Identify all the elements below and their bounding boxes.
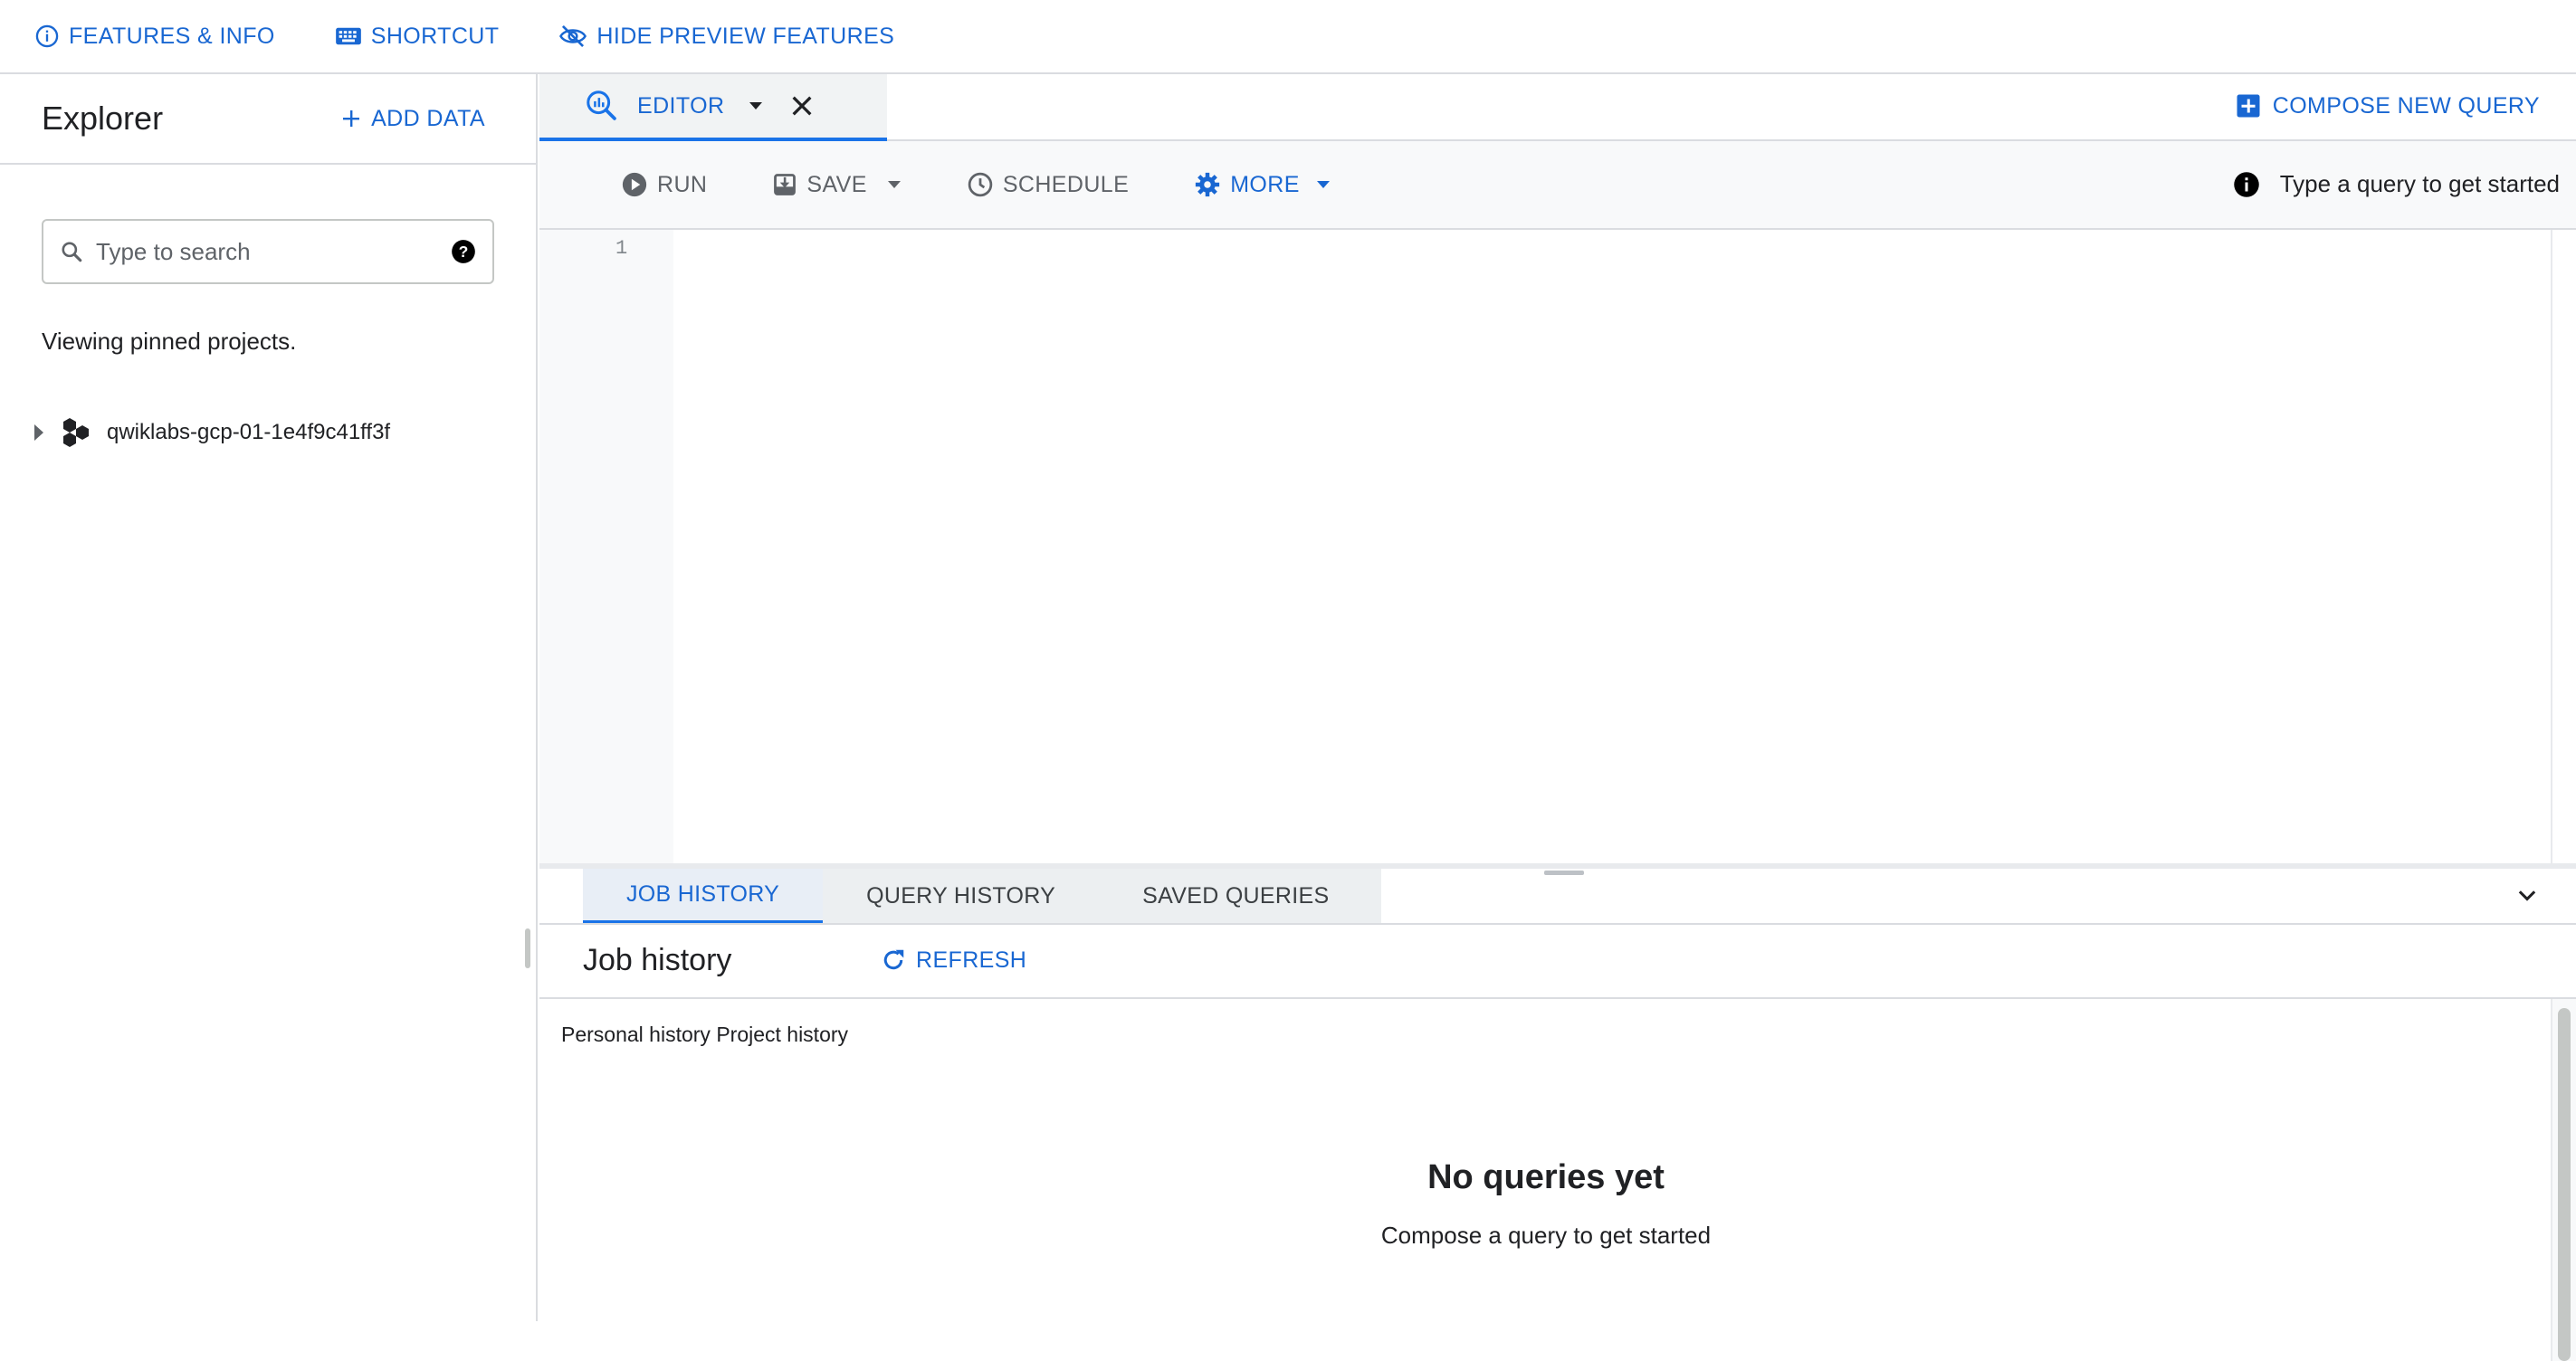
- eye-off-icon: [558, 24, 587, 49]
- compose-new-query-button[interactable]: COMPOSE NEW QUERY: [2235, 92, 2540, 119]
- keyboard-icon: [335, 25, 362, 47]
- editor-scrollbar[interactable]: [2551, 230, 2576, 863]
- add-data-button[interactable]: ADD DATA: [340, 106, 485, 132]
- editor-toolbar: RUN SAVE SCHEDULE MORE Type a query to g…: [539, 141, 2576, 230]
- tab-saved-queries[interactable]: SAVED QUERIES: [1099, 869, 1372, 923]
- info-outline-icon: [34, 24, 60, 49]
- shortcut-button[interactable]: SHORTCUT: [335, 24, 500, 50]
- plus-icon: [340, 108, 362, 129]
- personal-history-link[interactable]: Personal history: [561, 1023, 711, 1046]
- refresh-label: REFRESH: [916, 947, 1027, 973]
- tab-editor[interactable]: EDITOR: [539, 74, 887, 141]
- svg-text:?: ?: [459, 243, 469, 261]
- add-data-label: ADD DATA: [371, 105, 485, 131]
- sql-editor: 1: [539, 230, 2576, 863]
- history-header: Job history REFRESH: [539, 925, 2576, 999]
- explorer-search-box: ?: [42, 219, 494, 284]
- top-bar: FEATURES & INFO SHORTCUT HIDE PREVIEW FE…: [0, 0, 2576, 74]
- more-button[interactable]: MORE: [1194, 171, 1331, 198]
- search-input[interactable]: [96, 237, 451, 266]
- project-history-link[interactable]: Project history: [716, 1023, 848, 1046]
- empty-state-title: No queries yet: [1427, 1158, 1665, 1196]
- play-circle-icon: [621, 171, 648, 198]
- query-editor-input[interactable]: [673, 230, 2551, 863]
- main-area: EDITOR COMPOSE NEW QUERY RUN SAVE SCHEDU…: [539, 74, 2576, 1361]
- save-icon: [772, 172, 797, 197]
- project-name: qwiklabs-gcp-01-1e4f9c41ff3f: [107, 420, 391, 444]
- tab-editor-label: EDITOR: [637, 92, 725, 119]
- line-number: 1: [615, 237, 628, 260]
- job-history-body: Personal history Project history No quer…: [539, 999, 2576, 1361]
- tab-query-history[interactable]: QUERY HISTORY: [823, 869, 1099, 923]
- compose-new-query-label: COMPOSE NEW QUERY: [2272, 92, 2540, 119]
- run-label: RUN: [657, 171, 708, 197]
- bottom-tab-bar: JOB HISTORY QUERY HISTORY SAVED QUERIES: [539, 869, 2576, 925]
- line-number-gutter: 1: [539, 230, 673, 863]
- empty-state-subtitle: Compose a query to get started: [1380, 1222, 1712, 1249]
- shortcut-label: SHORTCUT: [370, 23, 500, 49]
- more-label: MORE: [1230, 171, 1300, 197]
- expand-arrow-icon[interactable]: [33, 422, 45, 443]
- explorer-header: Explorer ADD DATA: [0, 74, 536, 165]
- panel-resize-handle[interactable]: [525, 928, 530, 968]
- schedule-button[interactable]: SCHEDULE: [967, 171, 1129, 198]
- close-icon[interactable]: [789, 93, 815, 119]
- hide-preview-features-button[interactable]: HIDE PREVIEW FEATURES: [558, 24, 894, 50]
- refresh-button[interactable]: REFRESH: [880, 947, 1026, 974]
- clock-icon: [967, 171, 994, 198]
- hide-preview-features-label: HIDE PREVIEW FEATURES: [596, 23, 895, 49]
- tab-job-history[interactable]: JOB HISTORY: [583, 869, 824, 923]
- history-scrollbar[interactable]: [2551, 999, 2576, 1361]
- save-label: SAVE: [806, 171, 867, 197]
- run-button[interactable]: RUN: [621, 171, 707, 198]
- add-box-icon: [2235, 92, 2262, 119]
- history-scope-links: Personal history Project history: [561, 1023, 848, 1047]
- viewing-pinned-text: Viewing pinned projects.: [42, 328, 297, 355]
- chevron-down-icon[interactable]: [2514, 883, 2540, 909]
- query-search-icon: [585, 89, 619, 123]
- editor-tab-bar: EDITOR COMPOSE NEW QUERY: [539, 74, 2576, 141]
- project-icon: [60, 416, 92, 449]
- query-hint-text: Type a query to get started: [2279, 170, 2560, 197]
- schedule-label: SCHEDULE: [1002, 171, 1130, 197]
- search-icon: [60, 240, 83, 263]
- job-history-title: Job history: [583, 943, 732, 977]
- more-dropdown-icon: [1316, 180, 1331, 189]
- save-dropdown-icon[interactable]: [887, 180, 902, 189]
- project-tree-item[interactable]: qwiklabs-gcp-01-1e4f9c41ff3f: [33, 413, 390, 452]
- refresh-icon: [880, 947, 907, 974]
- features-info-label: FEATURES & INFO: [69, 23, 275, 49]
- info-icon: [2233, 171, 2260, 198]
- scrollbar-thumb[interactable]: [2558, 1008, 2571, 1361]
- save-button[interactable]: SAVE: [772, 172, 901, 198]
- features-info-button[interactable]: FEATURES & INFO: [34, 24, 275, 50]
- bottom-tabs: JOB HISTORY QUERY HISTORY SAVED QUERIES: [583, 869, 1381, 923]
- help-icon[interactable]: ?: [451, 239, 476, 264]
- tab-dropdown-icon[interactable]: [748, 100, 764, 111]
- explorer-title: Explorer: [42, 100, 164, 137]
- explorer-panel: Explorer ADD DATA ? Viewing pinned proje…: [0, 74, 538, 1321]
- query-hint: Type a query to get started: [2233, 170, 2560, 198]
- gear-icon: [1194, 171, 1221, 198]
